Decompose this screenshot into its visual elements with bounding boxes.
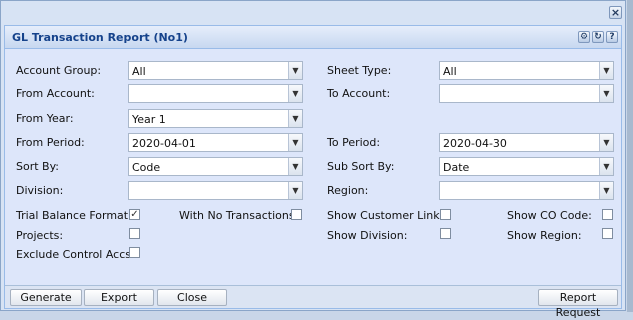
show-customer-link-checkbox[interactable] (440, 209, 451, 220)
gear-icon[interactable]: ⚙ (578, 31, 590, 43)
to-period-combo[interactable]: 2020-04-30 ▼ (439, 133, 614, 152)
chevron-down-icon[interactable]: ▼ (599, 134, 613, 151)
chevron-down-icon[interactable]: ▼ (599, 85, 613, 102)
from-account-label: From Account: (16, 87, 95, 100)
sheet-type-label: Sheet Type: (327, 64, 392, 77)
sort-by-combo[interactable]: Code ▼ (128, 157, 303, 176)
sheet-type-combo[interactable]: All ▼ (439, 61, 614, 80)
to-period-label: To Period: (327, 136, 381, 149)
division-label: Division: (16, 184, 64, 197)
sub-sort-by-combo[interactable]: Date ▼ (439, 157, 614, 176)
show-co-code-label: Show CO Code: (507, 209, 592, 222)
chevron-down-icon[interactable]: ▼ (288, 85, 302, 102)
from-period-value: 2020-04-01 (132, 137, 196, 150)
trial-balance-format-checkbox[interactable]: ✓ (129, 209, 140, 220)
with-no-transactions-checkbox[interactable] (291, 209, 302, 220)
from-year-label: From Year: (16, 112, 74, 125)
dialog-title: GL Transaction Report (No1) (12, 31, 188, 44)
show-region-label: Show Region: (507, 229, 582, 242)
to-account-label: To Account: (327, 87, 391, 100)
export-button[interactable]: Export (84, 289, 154, 306)
sort-by-label: Sort By: (16, 160, 60, 173)
exclude-control-accs-checkbox[interactable] (129, 247, 140, 258)
show-co-code-checkbox[interactable] (602, 209, 613, 220)
account-group-label: Account Group: (16, 64, 102, 77)
sub-sort-by-label: Sub Sort By: (327, 160, 395, 173)
help-icon[interactable]: ? (606, 31, 618, 43)
chevron-down-icon[interactable]: ▼ (288, 62, 302, 79)
close-icon[interactable]: × (609, 6, 622, 19)
show-division-label: Show Division: (327, 229, 408, 242)
chevron-down-icon[interactable]: ▼ (599, 182, 613, 199)
refresh-icon[interactable]: ↻ (592, 31, 604, 43)
show-division-checkbox[interactable] (440, 228, 451, 239)
chevron-down-icon[interactable]: ▼ (288, 134, 302, 151)
region-label: Region: (327, 184, 369, 197)
from-year-combo[interactable]: Year 1 ▼ (128, 109, 303, 128)
trial-balance-format-label: Trial Balance Format: (16, 209, 132, 222)
chevron-down-icon[interactable]: ▼ (288, 158, 302, 175)
chevron-down-icon[interactable]: ▼ (599, 158, 613, 175)
chevron-down-icon[interactable]: ▼ (599, 62, 613, 79)
background-edge (627, 0, 633, 312)
show-region-checkbox[interactable] (602, 228, 613, 239)
chevron-down-icon[interactable]: ▼ (288, 110, 302, 127)
from-period-label: From Period: (16, 136, 85, 149)
close-button[interactable]: Close (157, 289, 227, 306)
from-period-combo[interactable]: 2020-04-01 ▼ (128, 133, 303, 152)
account-group-value: All (132, 65, 146, 78)
generate-button[interactable]: Generate (10, 289, 82, 306)
panel-header: GL Transaction Report (No1) ⚙ ↻ ? (5, 26, 621, 49)
with-no-transactions-label: With No Transactions: (179, 209, 299, 222)
window-titlebar: × (1, 1, 625, 25)
sheet-type-value: All (443, 65, 457, 78)
exclude-control-accs-label: Exclude Control Accs: (16, 248, 135, 261)
to-period-value: 2020-04-30 (443, 137, 507, 150)
show-customer-link-label: Show Customer Link: (327, 209, 444, 222)
projects-label: Projects: (16, 229, 64, 242)
report-request-button[interactable]: Report Request (538, 289, 618, 319)
report-panel: GL Transaction Report (No1) ⚙ ↻ ? Accoun… (4, 25, 622, 319)
sort-by-value: Code (132, 161, 161, 174)
sub-sort-by-value: Date (443, 161, 470, 174)
from-year-value: Year 1 (132, 113, 166, 126)
account-group-combo[interactable]: All ▼ (128, 61, 303, 80)
to-account-combo[interactable]: ▼ (439, 84, 614, 103)
region-combo[interactable]: ▼ (439, 181, 614, 200)
report-window: × GL Transaction Report (No1) ⚙ ↻ ? Acco… (0, 0, 626, 319)
panel-tools: ⚙ ↻ ? (578, 31, 618, 43)
projects-checkbox[interactable] (129, 228, 140, 239)
division-combo[interactable]: ▼ (128, 181, 303, 200)
from-account-combo[interactable]: ▼ (128, 84, 303, 103)
button-bar: Generate Export Close Report Request (5, 285, 621, 319)
chevron-down-icon[interactable]: ▼ (288, 182, 302, 199)
